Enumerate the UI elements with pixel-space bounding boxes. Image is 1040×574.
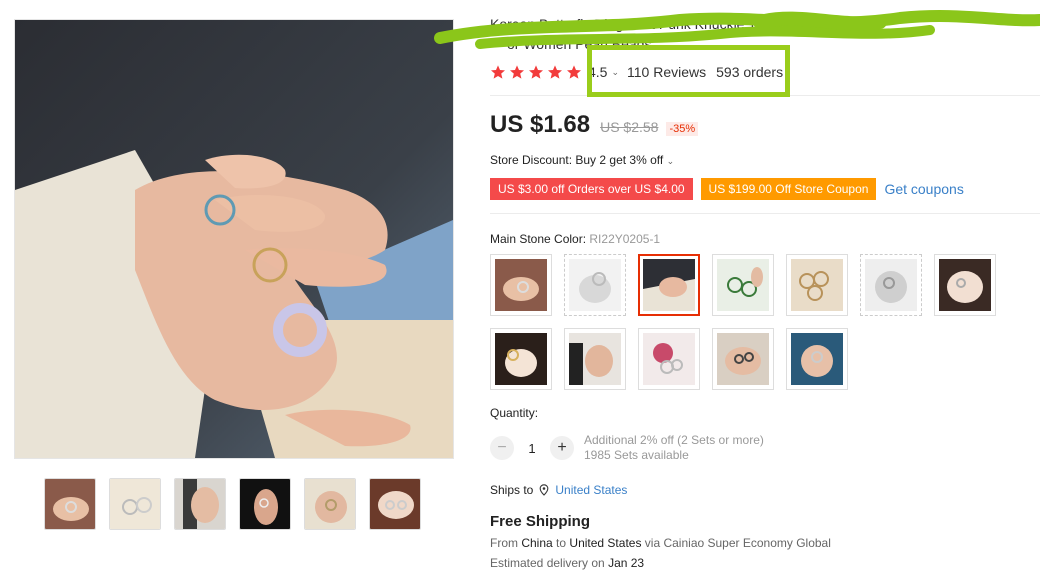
swatch-9[interactable] [564, 328, 626, 390]
orders-count: 593 orders [716, 64, 784, 80]
thumbnail-1[interactable] [44, 478, 96, 530]
swatch-3-selected[interactable] [638, 254, 700, 316]
shipping-method: via Cainiao Super Economy Global [644, 536, 831, 550]
variant-swatches [490, 254, 1010, 390]
rating-value: 4.5 [588, 64, 608, 80]
location-pin-icon [540, 484, 549, 496]
chevron-down-icon: ⌄ [666, 156, 675, 166]
coupon-orders-over[interactable]: US $3.00 off Orders over US $4.00 [490, 178, 693, 200]
thumbnail-5[interactable] [304, 478, 356, 530]
main-product-image[interactable] [14, 19, 454, 459]
thumbnail-4[interactable] [239, 478, 291, 530]
swatch-5[interactable] [786, 254, 848, 316]
product-title-line2: or Women Pearl Beads [507, 36, 652, 52]
store-discount-label: Store Discount: Buy 2 get 3% off [490, 153, 664, 167]
get-coupons-link[interactable]: Get coupons [884, 181, 963, 197]
thumbnail-strip [44, 478, 421, 530]
star-icon [491, 65, 505, 79]
swatch-8[interactable] [490, 328, 552, 390]
swatch-1[interactable] [490, 254, 552, 316]
quantity-plus-button[interactable]: + [550, 436, 574, 460]
ships-to: Ships to United States [490, 483, 627, 497]
store-discount[interactable]: Store Discount: Buy 2 get 3% off ⌄ [490, 153, 674, 167]
ships-to-label: Ships to [490, 483, 534, 497]
variant-label-text: Main Stone Color: [490, 232, 587, 246]
swatch-12[interactable] [786, 328, 848, 390]
swatch-6[interactable] [860, 254, 922, 316]
thumbnail-2[interactable] [109, 478, 161, 530]
coupon-row: US $3.00 off Orders over US $4.00 US $19… [490, 178, 964, 200]
quantity-minus-button[interactable]: − [490, 436, 514, 460]
quantity-input[interactable]: 1 [514, 441, 550, 456]
product-title: Korean Butterfly Rings Set Punk Knuckle … [490, 16, 836, 32]
discount-badge: -35% [666, 122, 699, 136]
ship-country-select[interactable]: United States [555, 483, 627, 497]
quantity-label: Quantity: [490, 406, 539, 420]
star-icon [510, 65, 524, 79]
shipping-route: From China to United States via Cainiao … [490, 536, 831, 550]
star-icon [567, 65, 581, 79]
from-prefix: From [490, 536, 518, 550]
swatch-11[interactable] [712, 328, 774, 390]
original-price: US $2.58 [600, 119, 659, 135]
divider [490, 213, 1040, 214]
quantity-note: Additional 2% off (2 Sets or more) 1985 … [584, 433, 764, 463]
reviews-link[interactable]: 110 Reviews [627, 64, 706, 80]
rating-row: 4.5 ⌄ 110 Reviews 593 orders [490, 62, 783, 82]
current-price: US $1.68 [490, 111, 591, 138]
delivery-prefix: Estimated delivery on [490, 556, 605, 570]
free-shipping-title: Free Shipping [490, 513, 591, 530]
thumbnail-6[interactable] [369, 478, 421, 530]
star-icon [529, 65, 543, 79]
stock-available: 1985 Sets available [584, 448, 689, 462]
divider [490, 95, 1040, 96]
thumbnail-3[interactable] [174, 478, 226, 530]
swatch-2[interactable] [564, 254, 626, 316]
to-word: to [556, 536, 567, 550]
chevron-down-icon[interactable]: ⌄ [611, 67, 619, 78]
quantity-stepper: − 1 + Additional 2% off (2 Sets or more)… [490, 433, 764, 463]
bulk-discount-note: Additional 2% off (2 Sets or more) [584, 433, 764, 447]
star-rating[interactable] [490, 64, 582, 80]
from-country: China [521, 536, 553, 550]
delivery-date: Jan 23 [608, 556, 645, 570]
swatch-4[interactable] [712, 254, 774, 316]
estimated-delivery: Estimated delivery on Jan 23 [490, 556, 644, 570]
variant-label: Main Stone Color: RI22Y0205-1 [490, 232, 660, 246]
swatch-10[interactable] [638, 328, 700, 390]
swatch-7[interactable] [934, 254, 996, 316]
price-row: US $1.68 US $2.58 -35% [490, 111, 699, 139]
star-icon [548, 65, 562, 79]
variant-sku: RI22Y0205-1 [589, 232, 661, 246]
coupon-store[interactable]: US $199.00 Off Store Coupon [700, 178, 877, 200]
to-country: United States [569, 536, 642, 550]
product-photo [15, 20, 453, 458]
